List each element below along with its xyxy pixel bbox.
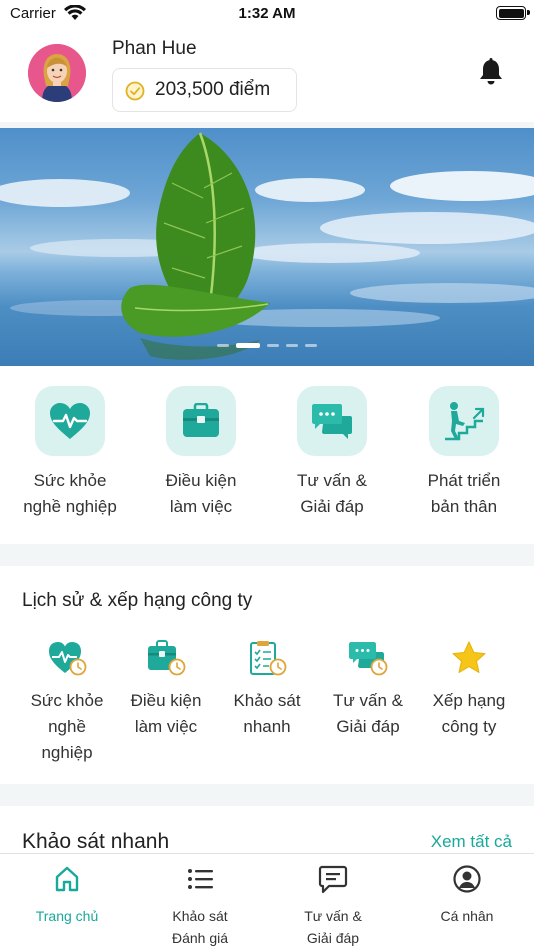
banner-image: [0, 132, 534, 360]
history-item-quick-survey[interactable]: Khảo sát nhanh: [214, 638, 320, 740]
pagination-dot-active[interactable]: [236, 343, 260, 348]
points-badge[interactable]: 203,500 điểm: [112, 68, 297, 112]
pagination-dot[interactable]: [305, 344, 317, 347]
briefcase-icon: [166, 386, 236, 456]
heart-pulse-icon: [35, 386, 105, 456]
category-label: Sức khỏe nghề nghiệp: [23, 471, 117, 516]
pagination-dot[interactable]: [217, 344, 229, 347]
user-name: Phan Hue: [112, 38, 197, 59]
user-circle-icon: [453, 865, 481, 893]
avatar[interactable]: [28, 44, 86, 102]
banner-pagination: [0, 343, 534, 348]
chat-clock-icon: [348, 638, 388, 678]
history-item-company-ranking[interactable]: Xếp hạng công ty: [416, 638, 522, 740]
home-icon: [55, 866, 79, 892]
points-value: 203,500 điểm: [155, 79, 271, 100]
profile-header: Phan Hue 203,500 điểm: [0, 28, 534, 122]
heart-clock-icon: [47, 638, 87, 678]
pagination-dot[interactable]: [286, 344, 298, 347]
tab-consulting[interactable]: Tư vấn & Giải đáp: [266, 864, 400, 949]
battery-icon: [496, 6, 530, 20]
history-label: Tư vấn & Giải đáp: [333, 691, 403, 736]
clipboard-clock-icon: [247, 638, 287, 678]
pagination-dot[interactable]: [267, 344, 279, 347]
status-bar: Carrier 1:32 AM: [0, 0, 534, 28]
see-all-link[interactable]: Xem tất cả: [431, 832, 512, 852]
category-working-conditions[interactable]: Điều kiện làm việc: [135, 386, 267, 520]
tab-home[interactable]: Trang chủ: [0, 864, 134, 927]
history-label: Sức khỏe nghề nghiệp: [30, 691, 104, 762]
tab-label: Khảo sát Đánh giá: [171, 908, 229, 946]
category-label: Tư vấn & Giải đáp: [297, 471, 367, 516]
tab-label: Cá nhân: [440, 908, 494, 924]
history-label: Khảo sát nhanh: [233, 691, 301, 736]
history-label: Xếp hạng công ty: [432, 691, 506, 736]
category-label: Điều kiện làm việc: [165, 471, 237, 516]
category-self-development[interactable]: Phát triển bản thân: [398, 386, 530, 520]
category-label: Phát triển bản thân: [427, 471, 501, 516]
status-time: 1:32 AM: [238, 5, 296, 22]
tab-label: Tư vấn & Giải đáp: [304, 908, 362, 946]
bottom-tab-bar: Trang chủ Khảo sát Đánh giá Tư vấn & Giả…: [0, 853, 534, 950]
category-grid: Sức khỏe nghề nghiệp Điều kiện làm việc …: [0, 366, 534, 544]
stairs-climb-icon: [429, 386, 499, 456]
check-coin-icon: [125, 81, 145, 101]
history-ranking-section: Lịch sử & xếp hạng công ty Sức khỏe nghề…: [0, 566, 534, 784]
history-item-occupational-health[interactable]: Sức khỏe nghề nghiệp: [14, 638, 120, 766]
section-title: Lịch sử & xếp hạng công ty: [22, 590, 253, 611]
category-consulting[interactable]: Tư vấn & Giải đáp: [266, 386, 398, 520]
tab-label: Trang chủ: [35, 908, 99, 924]
history-label: Điều kiện làm việc: [130, 691, 202, 736]
history-item-working-conditions[interactable]: Điều kiện làm việc: [113, 638, 219, 740]
list-icon: [188, 869, 213, 889]
bell-icon[interactable]: [478, 58, 504, 86]
chat-bubbles-icon: [297, 386, 367, 456]
briefcase-clock-icon: [146, 638, 186, 678]
history-item-consulting[interactable]: Tư vấn & Giải đáp: [315, 638, 421, 740]
quick-survey-title: Khảo sát nhanh: [22, 830, 170, 853]
tab-profile[interactable]: Cá nhân: [400, 864, 534, 927]
star-icon: [449, 638, 489, 678]
tab-survey[interactable]: Khảo sát Đánh giá: [133, 864, 267, 949]
category-occupational-health[interactable]: Sức khỏe nghề nghiệp: [4, 386, 136, 520]
message-icon: [318, 865, 348, 894]
promo-banner[interactable]: [0, 128, 534, 366]
